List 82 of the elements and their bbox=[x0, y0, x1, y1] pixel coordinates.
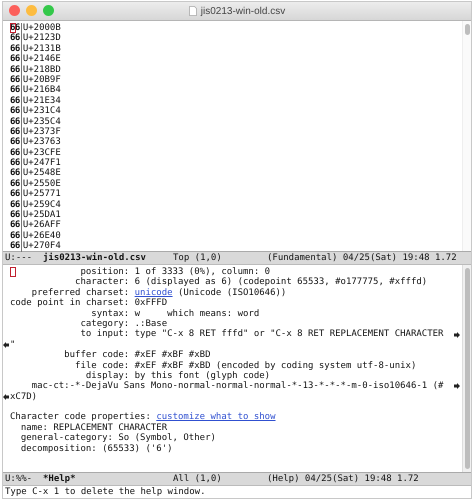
code-point: U+26E40 bbox=[22, 230, 61, 241]
code-point: U+23CFE bbox=[22, 148, 61, 158]
replacement-glyph: 66 bbox=[10, 158, 20, 168]
replacement-glyph: 66 bbox=[10, 116, 20, 127]
help-line: character: 6 (displayed as 6) (codepoint 65533, #o177775, #xfffd) bbox=[74, 277, 428, 288]
help-line: category: .:Base bbox=[79, 318, 168, 329]
code-point: U+20B9F bbox=[22, 74, 61, 85]
replacement-glyph: 66 bbox=[10, 148, 20, 158]
help-line: position: 1 of 3333 (0%), column: 0 bbox=[10, 267, 270, 278]
code-point: U+26AFF bbox=[22, 220, 61, 231]
mode-line-position: All (1,0) bbox=[173, 474, 223, 484]
wrap-arrow-icon bbox=[454, 383, 460, 390]
code-point: U+247F1 bbox=[22, 158, 61, 168]
mode-line-info: (Help) 04/25(Sat) 19:48 1.72 bbox=[267, 474, 419, 484]
code-point: U+2131B bbox=[22, 44, 61, 54]
help-line: file code: #xEF #xBF #xBD (encoded by coding system utf-8-unix) bbox=[74, 360, 416, 371]
replacement-glyph: 66 bbox=[10, 106, 20, 117]
mode-line-buffer-name: *Help* bbox=[43, 474, 77, 484]
code-point: U+21E34 bbox=[22, 96, 61, 106]
replacement-glyph: 66 bbox=[10, 178, 20, 189]
replacement-glyph: 66 bbox=[10, 241, 20, 252]
code-point: U+218BD bbox=[22, 64, 61, 75]
help-line: name: REPLACEMENT CHARACTER bbox=[20, 422, 168, 433]
help-line: Character code properties: customize what to show bbox=[10, 412, 276, 423]
mode-line-status: U:--- bbox=[5, 253, 34, 263]
help-link[interactable]: customize what to show bbox=[156, 412, 276, 422]
document-icon bbox=[188, 6, 197, 16]
help-line: code point in charset: 0xFFFD bbox=[10, 298, 168, 309]
zoom-button[interactable] bbox=[43, 5, 54, 16]
code-point: U+25DA1 bbox=[22, 210, 61, 220]
mode-line-info: (Fundamental) 04/25(Sat) 19:48 1.72 bbox=[267, 253, 457, 263]
echo-message: Type C-x 1 to delete the help window. bbox=[5, 487, 206, 497]
window-title: jis0213-win-old.csv bbox=[200, 6, 286, 16]
replacement-glyph: 66 bbox=[10, 168, 20, 179]
code-point: U+259C4 bbox=[22, 200, 61, 210]
replacement-glyph: 66 bbox=[10, 220, 20, 231]
help-line: buffer code: #xEF #xBF #xBD bbox=[63, 350, 210, 361]
replacement-glyph: 66 bbox=[10, 44, 20, 54]
mode-line-position: Top (1,0) bbox=[173, 253, 223, 263]
mode-line-status: U:%%- bbox=[5, 474, 34, 484]
wrap-arrow-icon bbox=[3, 342, 9, 348]
replacement-glyph: 66 bbox=[10, 96, 20, 106]
code-point: U+2123D bbox=[22, 33, 61, 44]
code-point: U+25771 bbox=[22, 189, 61, 200]
replacement-glyph: 66 bbox=[10, 126, 20, 137]
replacement-glyph: 66 bbox=[10, 74, 20, 85]
replacement-glyph: 66 bbox=[10, 64, 20, 75]
help-link[interactable]: unicode bbox=[134, 288, 173, 298]
wrap-arrow-icon bbox=[3, 394, 9, 400]
wrap-arrow-icon bbox=[454, 332, 460, 338]
help-line: mac-ct:-*-DejaVu Sans Mono-normal-normal-normal-*-13-*-*-*-m-0-iso10646-1 (# bbox=[30, 381, 444, 392]
replacement-glyph: 66 bbox=[10, 137, 20, 148]
replacement-glyph: 66 bbox=[10, 189, 20, 200]
help-line: " bbox=[10, 340, 16, 350]
help-line: decomposition: (65533) ('6') bbox=[20, 444, 173, 454]
code-point: U+2146E bbox=[22, 54, 61, 65]
mode-line-buffer-name: jis0213-win-old.csv bbox=[43, 253, 147, 263]
replacement-glyph: 66 bbox=[10, 33, 20, 44]
scrollbar-thumb[interactable] bbox=[464, 268, 470, 469]
replacement-glyph: 66 bbox=[10, 200, 20, 210]
close-button[interactable] bbox=[9, 5, 20, 16]
replacement-glyph: 66 bbox=[10, 210, 20, 220]
code-point: U+216B4 bbox=[22, 85, 61, 96]
help-line: general-category: So (Symbol, Other) bbox=[20, 433, 216, 444]
help-line: syntax: w which means: word bbox=[90, 308, 260, 319]
code-point: U+2548E bbox=[22, 168, 61, 179]
help-line: to input: type "C-x 8 RET fffd" or "C-x 8 RET REPLACEMENT CHARACTER bbox=[79, 329, 444, 340]
help-line: preferred charset: unicode (Unicode (ISO10646)) bbox=[30, 288, 286, 298]
help-line: xC7D) bbox=[10, 392, 38, 402]
code-point: U+231C4 bbox=[22, 106, 61, 117]
code-point: U+2550E bbox=[22, 178, 61, 189]
code-point: U+2000B bbox=[22, 23, 61, 33]
help-line: display: by this font (glyph code) bbox=[84, 370, 270, 381]
code-point: U+2373F bbox=[22, 126, 61, 137]
minimize-button[interactable] bbox=[26, 5, 37, 16]
code-point: U+235C4 bbox=[22, 116, 61, 127]
code-point: U+270F4 bbox=[22, 241, 61, 252]
replacement-glyph: 66 bbox=[10, 54, 20, 65]
code-point: U+23763 bbox=[22, 137, 61, 148]
replacement-glyph: 66 bbox=[10, 230, 20, 241]
replacement-glyph: 66 bbox=[10, 85, 20, 96]
scrollbar-thumb[interactable] bbox=[464, 24, 470, 35]
